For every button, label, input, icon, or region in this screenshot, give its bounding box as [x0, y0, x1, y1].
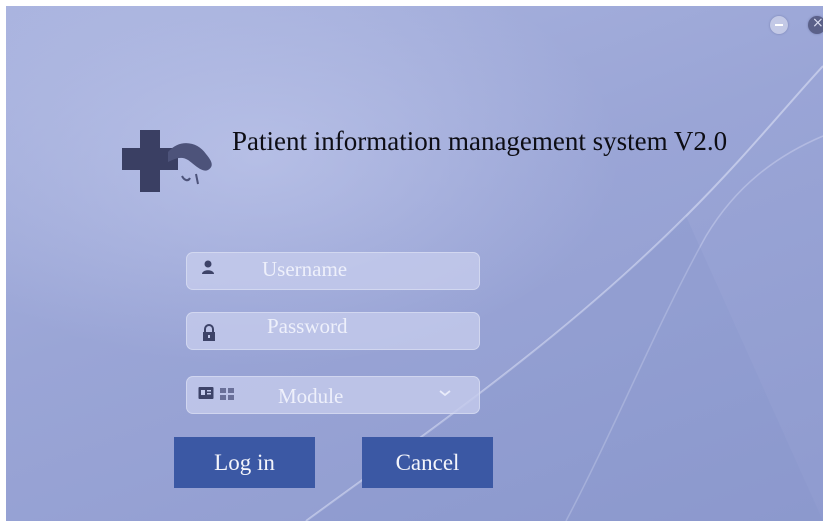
password-input[interactable]: Password — [186, 312, 480, 350]
id-card-icon — [198, 387, 214, 399]
chevron-down-icon[interactable] — [438, 388, 452, 398]
username-placeholder: Username — [262, 257, 348, 281]
password-placeholder: Password — [267, 314, 348, 338]
login-window: Patient information management system V2… — [6, 6, 823, 521]
lock-icon — [203, 324, 215, 341]
login-button[interactable]: Log in — [174, 437, 315, 488]
close-button[interactable] — [808, 15, 823, 34]
minimize-button[interactable] — [770, 16, 788, 34]
cancel-button[interactable]: Cancel — [362, 437, 493, 488]
medical-cross-logo-icon — [122, 130, 212, 192]
username-input[interactable]: Username — [186, 252, 480, 290]
app-title: Patient information management system V2… — [232, 126, 728, 156]
module-selected-value: Module — [278, 384, 344, 408]
module-grid-icon — [220, 388, 234, 400]
module-select[interactable]: Module — [186, 376, 480, 414]
user-icon — [202, 260, 214, 274]
